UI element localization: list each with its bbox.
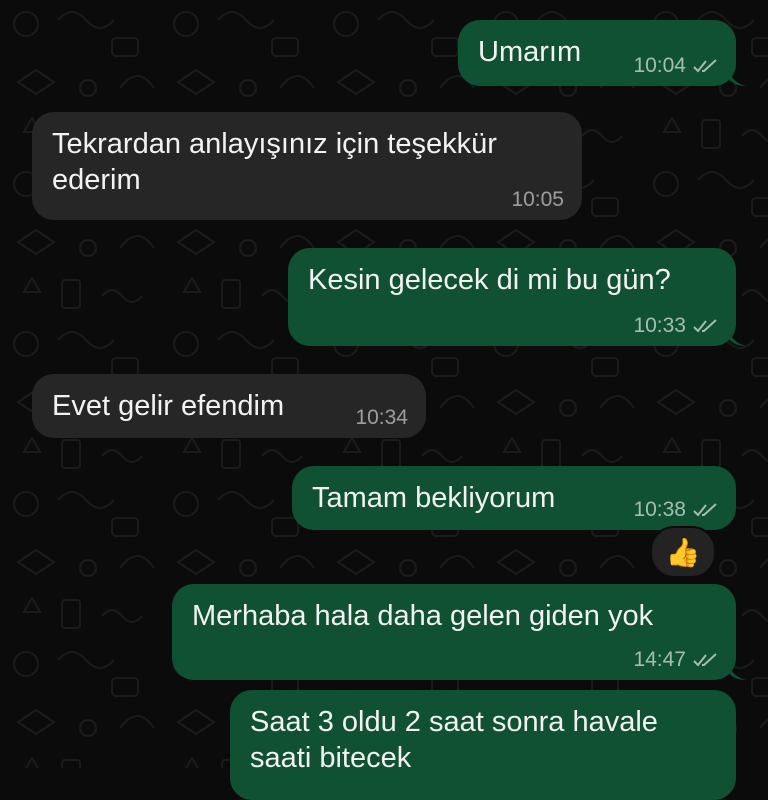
message-bubble-outgoing[interactable]: Saat 3 oldu 2 saat sonra havale saati bi…: [230, 690, 736, 800]
message-bubble-outgoing[interactable]: Kesin gelecek di mi bu gün? 10:33: [288, 248, 736, 346]
message-meta: 14:47: [633, 648, 718, 672]
double-check-icon: [693, 653, 717, 667]
message-text: Umarım: [478, 36, 582, 68]
message-bubble-outgoing[interactable]: Tamam bekliyorum 10:38: [292, 466, 736, 530]
message-bubble-incoming[interactable]: Tekrardan anlayışınız için teşekkür eder…: [32, 112, 582, 220]
message-bubble-outgoing[interactable]: Umarım 10:04: [458, 20, 736, 86]
bubble-tail: [728, 66, 746, 86]
message-meta: 10:38: [633, 498, 718, 522]
message-time: 10:38: [633, 498, 686, 521]
message-time: 10:04: [633, 54, 686, 77]
message-meta: 10:05: [511, 188, 564, 212]
message-text: Tamam bekliyorum: [312, 482, 556, 514]
bubble-tail: [728, 326, 746, 346]
message-bubble-incoming[interactable]: Evet gelir efendim 10:34: [32, 374, 426, 438]
message-time: 10:33: [633, 314, 686, 337]
message-text: Evet gelir efendim: [52, 390, 285, 422]
thumbs-up-icon: 👍: [665, 536, 701, 568]
message-text: Merhaba hala daha gelen giden yok: [192, 600, 654, 632]
message-bubble-outgoing[interactable]: Merhaba hala daha gelen giden yok 14:47: [172, 584, 736, 680]
message-meta: 10:33: [633, 314, 718, 338]
double-check-icon: [693, 503, 717, 517]
bubble-tail: [728, 660, 746, 680]
message-reaction[interactable]: 👍: [650, 526, 716, 578]
double-check-icon: [693, 319, 717, 333]
message-meta: 10:04: [633, 54, 718, 78]
message-text: Saat 3 oldu 2 saat sonra havale saati bi…: [250, 706, 658, 774]
message-text: Tekrardan anlayışınız için teşekkür eder…: [52, 128, 497, 196]
message-text: Kesin gelecek di mi bu gün?: [308, 264, 671, 296]
double-check-icon: [693, 59, 717, 73]
chat-messages[interactable]: Umarım 10:04 Tekrardan anlayışınız için …: [0, 0, 768, 800]
message-meta: 10:34: [355, 406, 408, 430]
message-time: 10:05: [511, 188, 564, 211]
message-time: 10:34: [355, 406, 408, 429]
message-time: 14:47: [633, 648, 686, 671]
